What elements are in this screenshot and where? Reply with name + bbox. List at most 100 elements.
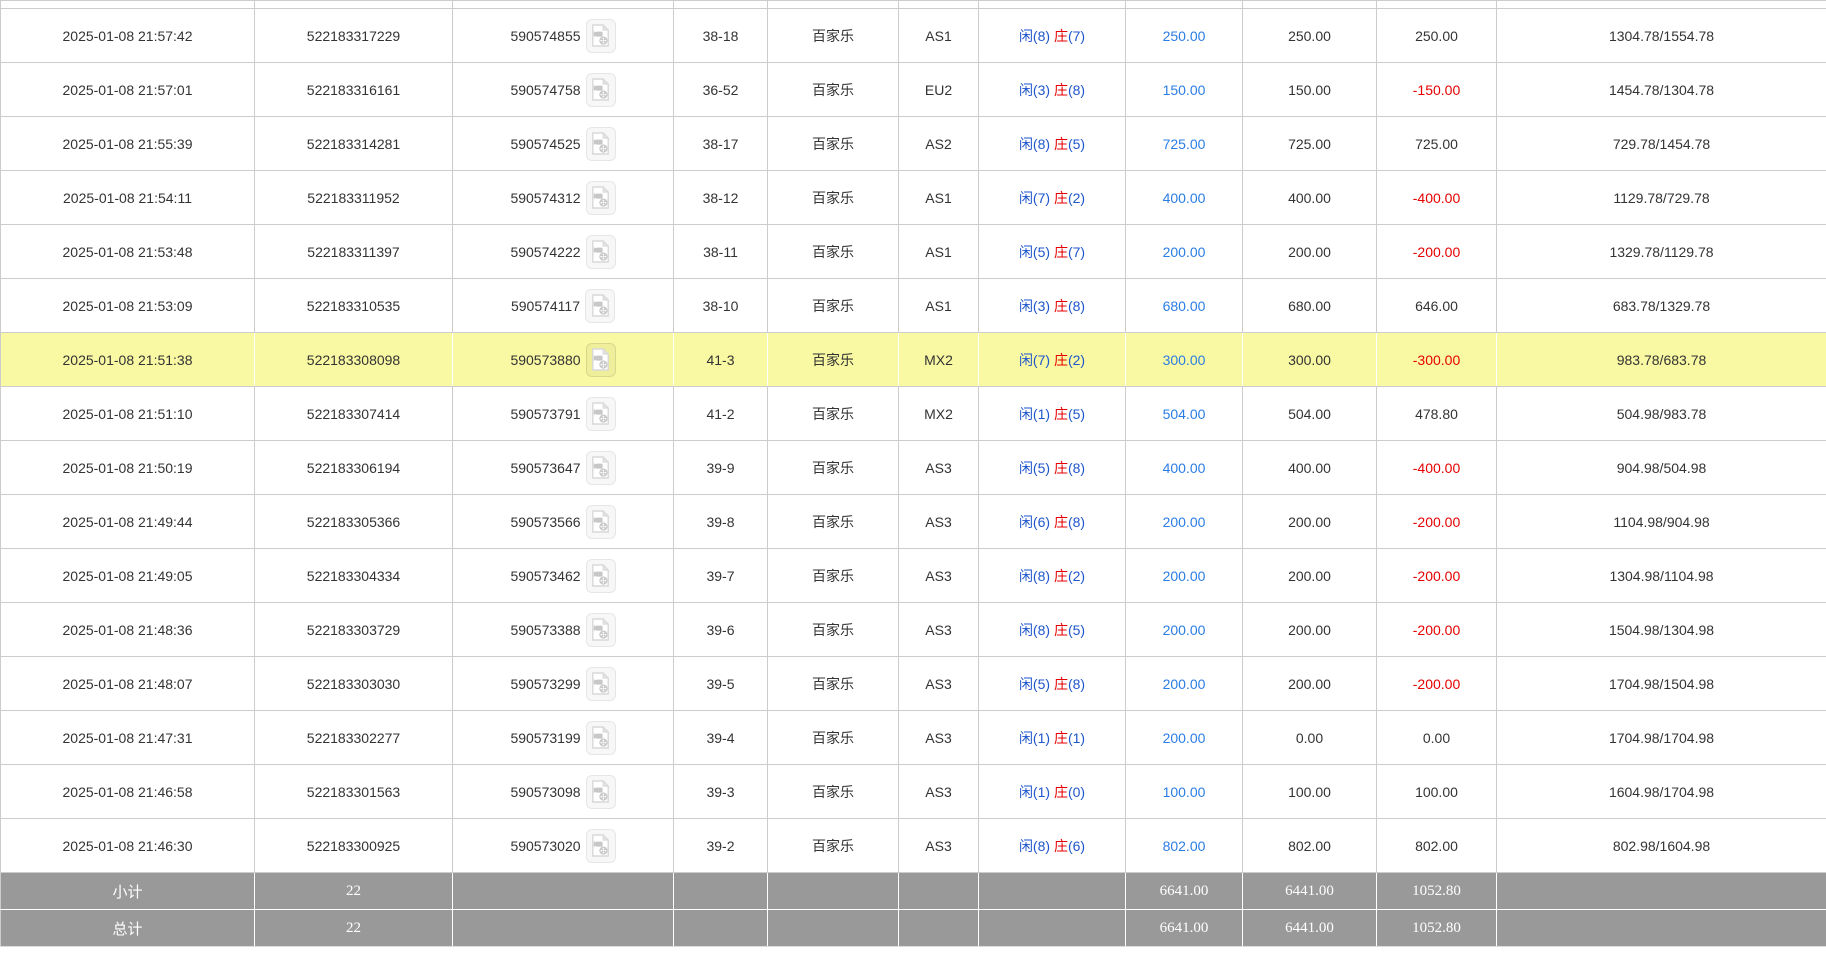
bet-record-row[interactable]: 2025-01-08 21:47:31 522183302277 5905731…: [1, 711, 1826, 765]
balance-cell: 1454.78/1304.78: [1497, 63, 1826, 117]
win-loss-cell: -200.00: [1377, 603, 1497, 657]
film-file-icon: [591, 132, 610, 155]
valid-amount-cell: 200.00: [1243, 549, 1377, 603]
video-replay-button[interactable]: [586, 829, 616, 863]
game-number: 590573388: [510, 622, 580, 638]
bet-record-row[interactable]: 2025-01-08 21:50:19 522183306194 5905736…: [1, 441, 1826, 495]
game-number-group: 590573199: [453, 721, 673, 755]
bet-record-row[interactable]: 2025-01-08 21:57:01 522183316161 5905747…: [1, 63, 1826, 117]
summary-bet-total-cell: 6641.00: [1126, 910, 1243, 947]
video-replay-button[interactable]: [586, 343, 616, 377]
shoe-round-cell: 41-3: [674, 333, 768, 387]
shoe-round-cell: 38-12: [674, 171, 768, 225]
bet-record-row[interactable]: 2025-01-08 21:46:30 522183300925 5905730…: [1, 819, 1826, 873]
bet-record-row[interactable]: 2025-01-08 21:51:38 522183308098 5905738…: [1, 333, 1826, 387]
player-result: 闲(1): [1019, 784, 1054, 800]
film-file-icon: [591, 240, 610, 263]
bet-record-row[interactable]: 2025-01-08 21:55:39 522183314281 5905745…: [1, 117, 1826, 171]
bet-record-row[interactable]: 2025-01-08 21:46:58 522183301563 5905730…: [1, 765, 1826, 819]
game-number-group: 590574222: [453, 235, 673, 269]
player-result: 闲(3): [1019, 298, 1054, 314]
game-number: 590573462: [510, 568, 580, 584]
video-replay-button[interactable]: [586, 721, 616, 755]
result-cell: 闲(8) 庄(6): [979, 819, 1126, 873]
result-cell: 闲(1) 庄(0): [979, 765, 1126, 819]
bet-record-row[interactable]: 2025-01-08 21:48:36 522183303729 5905733…: [1, 603, 1826, 657]
order-number-cell: 522183305366: [255, 495, 453, 549]
video-replay-button[interactable]: [586, 181, 616, 215]
video-replay-button[interactable]: [586, 73, 616, 107]
summary-empty-cell: [899, 873, 979, 910]
video-replay-button[interactable]: [586, 613, 616, 647]
win-loss-cell: 725.00: [1377, 117, 1497, 171]
game-type-cell: 百家乐: [768, 657, 899, 711]
banker-points: (7): [1068, 28, 1085, 44]
video-replay-button[interactable]: [586, 235, 616, 269]
game-number-cell: 590573199: [453, 711, 674, 765]
game-number-cell: 590573791: [453, 387, 674, 441]
bet-time-cell: 2025-01-08 21:49:44: [1, 495, 255, 549]
player-result: 闲(8): [1019, 28, 1054, 44]
table-code-cell: MX2: [899, 387, 979, 441]
bet-amount-cell: 725.00: [1126, 117, 1243, 171]
bet-history-table: 2025-01-08 21:57:42 522183317229 5905748…: [0, 0, 1826, 947]
video-replay-button[interactable]: [586, 19, 616, 53]
game-number-group: 590573647: [453, 451, 673, 485]
order-number-cell: 522183317229: [255, 9, 453, 63]
shoe-round-cell: 38-10: [674, 279, 768, 333]
video-replay-button[interactable]: [586, 505, 616, 539]
banker-label: 庄: [1054, 28, 1068, 44]
partial-cell: [674, 1, 768, 9]
order-number-cell: 522183314281: [255, 117, 453, 171]
film-file-icon: [591, 402, 610, 425]
bet-record-row[interactable]: 2025-01-08 21:57:42 522183317229 5905748…: [1, 9, 1826, 63]
result-cell: 闲(8) 庄(5): [979, 117, 1126, 171]
order-number-cell: 522183301563: [255, 765, 453, 819]
game-number-group: 590574758: [453, 73, 673, 107]
bet-record-row[interactable]: 2025-01-08 21:54:11 522183311952 5905743…: [1, 171, 1826, 225]
bet-amount-cell: 400.00: [1126, 171, 1243, 225]
game-number: 590574312: [510, 190, 580, 206]
bet-record-row[interactable]: 2025-01-08 21:49:05 522183304334 5905734…: [1, 549, 1826, 603]
bet-record-row[interactable]: 2025-01-08 21:53:48 522183311397 5905742…: [1, 225, 1826, 279]
bet-time-cell: 2025-01-08 21:53:09: [1, 279, 255, 333]
summary-empty-cell: [1497, 873, 1826, 910]
game-number-group: 590574117: [453, 289, 673, 323]
partial-cell: [768, 1, 899, 9]
video-replay-button[interactable]: [586, 397, 616, 431]
summary-empty-cell: [768, 873, 899, 910]
summary-valid-total-cell: 6441.00: [1243, 910, 1377, 947]
game-type-cell: 百家乐: [768, 333, 899, 387]
video-replay-button[interactable]: [586, 559, 616, 593]
win-loss-cell: -300.00: [1377, 333, 1497, 387]
banker-points: (6): [1068, 838, 1085, 854]
order-number-cell: 522183310535: [255, 279, 453, 333]
win-loss-cell: 250.00: [1377, 9, 1497, 63]
player-result: 闲(5): [1019, 676, 1054, 692]
video-replay-button[interactable]: [586, 667, 616, 701]
bet-record-row[interactable]: 2025-01-08 21:48:07 522183303030 5905732…: [1, 657, 1826, 711]
banker-label: 庄: [1054, 730, 1068, 746]
bet-record-row[interactable]: 2025-01-08 21:53:09 522183310535 5905741…: [1, 279, 1826, 333]
film-file-icon: [591, 24, 610, 47]
video-replay-button[interactable]: [586, 127, 616, 161]
summary-count-cell: 22: [255, 873, 453, 910]
shoe-round-cell: 39-5: [674, 657, 768, 711]
shoe-round-cell: 36-52: [674, 63, 768, 117]
partial-cell: [453, 1, 674, 9]
game-number: 590573020: [510, 838, 580, 854]
video-replay-button[interactable]: [586, 775, 616, 809]
video-replay-button[interactable]: [586, 451, 616, 485]
game-number-group: 590573299: [453, 667, 673, 701]
bet-time-cell: 2025-01-08 21:47:31: [1, 711, 255, 765]
bet-time-cell: 2025-01-08 21:46:30: [1, 819, 255, 873]
bet-record-row[interactable]: 2025-01-08 21:51:10 522183307414 5905737…: [1, 387, 1826, 441]
video-replay-button[interactable]: [585, 289, 615, 323]
result-cell: 闲(8) 庄(7): [979, 9, 1126, 63]
banker-points: (0): [1068, 784, 1085, 800]
result-cell: 闲(6) 庄(8): [979, 495, 1126, 549]
bet-record-row[interactable]: 2025-01-08 21:49:44 522183305366 5905735…: [1, 495, 1826, 549]
balance-cell: 1329.78/1129.78: [1497, 225, 1826, 279]
game-number-cell: 590573462: [453, 549, 674, 603]
film-file-icon: [591, 780, 610, 803]
